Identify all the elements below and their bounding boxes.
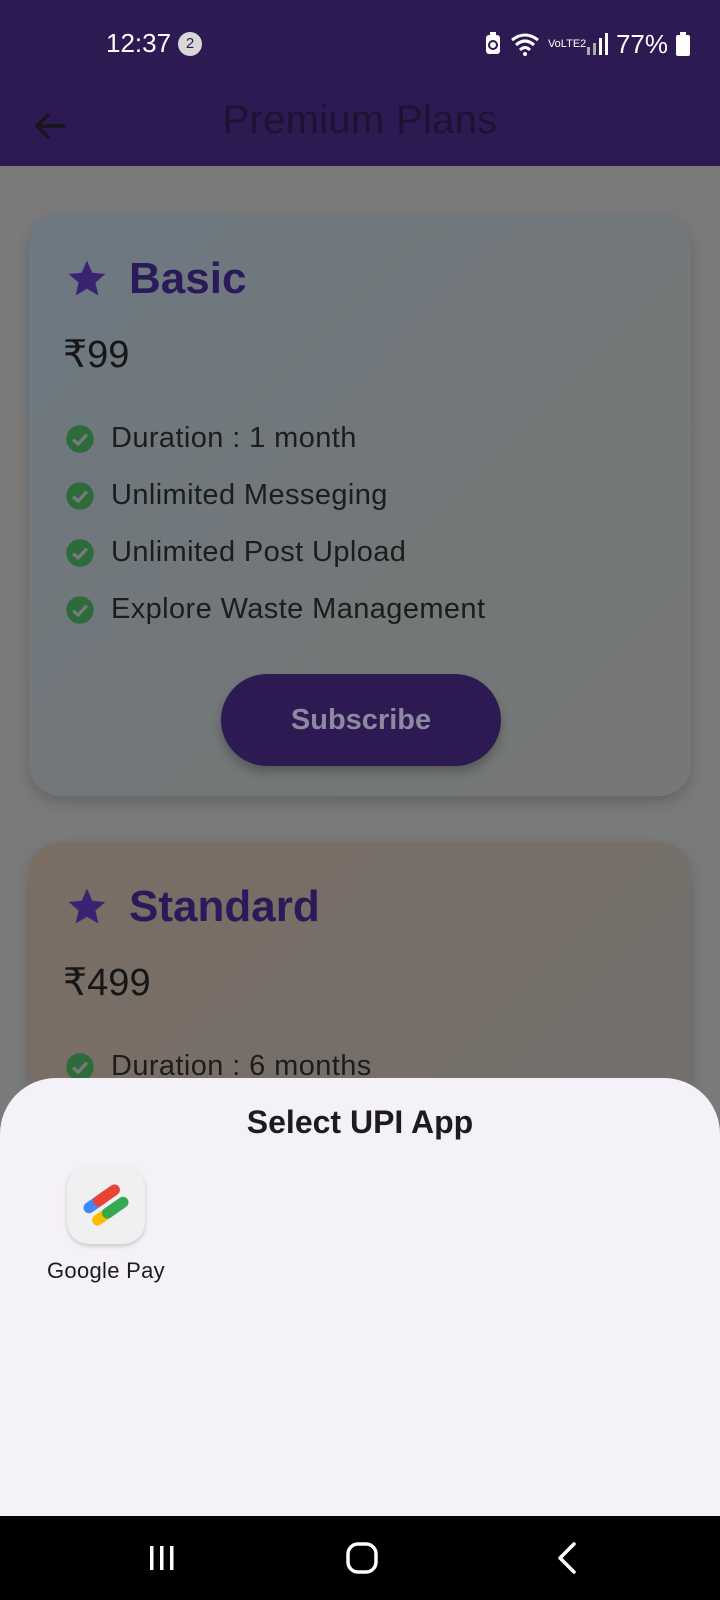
feature-text: Duration : 1 month (111, 422, 357, 454)
wifi-icon (511, 33, 539, 56)
feature-text: Unlimited Post Upload (111, 536, 407, 568)
star-icon (68, 888, 106, 924)
status-bar: 12:37 2 VoLTE2 77% (0, 0, 720, 88)
check-circle-icon (66, 595, 94, 624)
battery-percent: 77% (615, 28, 668, 59)
status-icons: VoLTE2 77% (484, 28, 690, 60)
feature-list: Duration : 1 month Unlimited Messeging U… (65, 410, 485, 638)
plan-price: ₹99 (63, 334, 130, 376)
check-circle-icon (66, 481, 94, 510)
google-pay-icon[interactable] (67, 1166, 145, 1244)
plan-name: Standard (129, 882, 320, 931)
status-time: 12:37 (106, 28, 172, 58)
plan-card-basic: Basic ₹99 Duration : 1 month Unlimited M… (29, 214, 691, 796)
check-circle-icon (66, 424, 94, 453)
upi-app-google-pay[interactable]: Google Pay (38, 1166, 174, 1284)
app-bar: Premium Plans (0, 88, 720, 166)
battery-saver-icon (485, 32, 500, 54)
plan-name: Basic (129, 254, 247, 303)
battery-icon (676, 32, 690, 56)
home-icon[interactable] (342, 1538, 382, 1578)
plan-price: ₹499 (63, 962, 151, 1004)
back-icon[interactable] (548, 1538, 588, 1578)
subscribe-button[interactable]: Subscribe (221, 674, 501, 766)
plan-header: Basic (65, 254, 246, 304)
feature-item: Explore Waste Management (65, 581, 485, 638)
signal-icon (586, 33, 608, 55)
app-label: Google Pay (47, 1258, 165, 1283)
feature-item: Duration : 1 month (65, 410, 485, 467)
recents-icon[interactable] (142, 1538, 182, 1578)
feature-text: Unlimited Messeging (111, 479, 388, 511)
check-circle-icon (66, 538, 94, 567)
plan-header: Standard (65, 882, 320, 932)
google-pay-logo (83, 1184, 129, 1226)
star-icon (68, 260, 106, 296)
page-title: Premium Plans (222, 98, 498, 142)
feature-text: Explore Waste Management (111, 593, 486, 625)
check-circle-icon (66, 1052, 94, 1081)
notification-count-badge: 2 (178, 32, 202, 56)
sheet-title: Select UPI App (246, 1104, 474, 1140)
upi-app-sheet: Select UPI App Google Pay (0, 1078, 720, 1516)
feature-item: Unlimited Post Upload (65, 524, 485, 581)
feature-item: Unlimited Messeging (65, 467, 485, 524)
network-type-label: VoLTE2 (547, 38, 587, 50)
system-nav-bar (0, 1516, 720, 1600)
